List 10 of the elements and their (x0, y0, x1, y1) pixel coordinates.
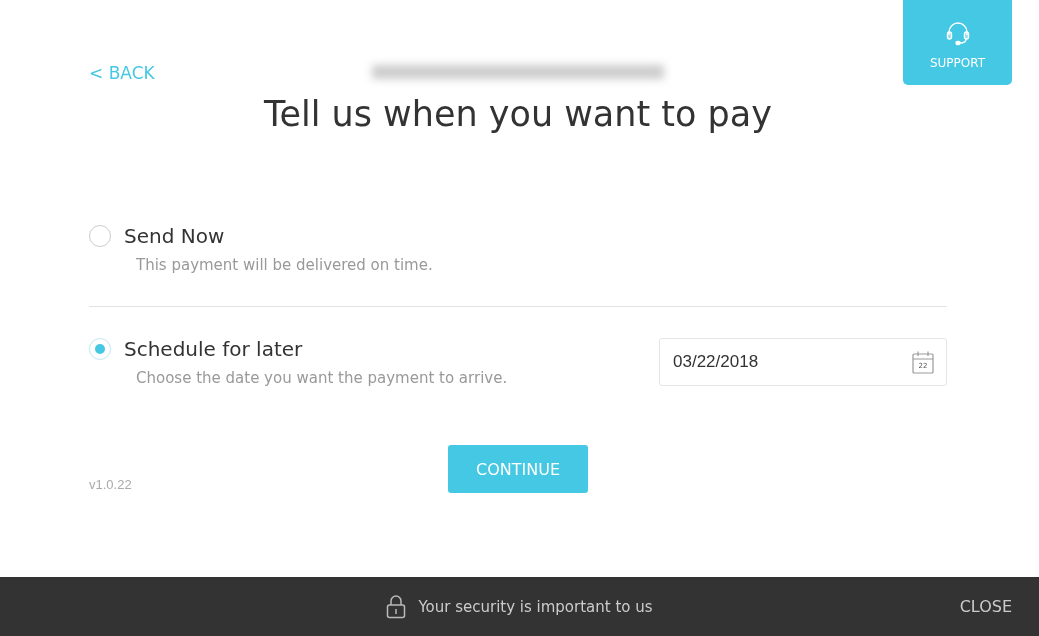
security-message: Your security is important to us (418, 597, 653, 616)
close-link[interactable]: CLOSE (959, 597, 1012, 616)
option-description: Choose the date you want the payment to arrive. (136, 369, 508, 387)
page-title: Tell us when you want to pay (263, 94, 773, 134)
headset-icon (944, 20, 971, 46)
option-title: Send Now (124, 224, 225, 248)
lock-icon (386, 594, 407, 619)
option-description: This payment will be delivered on time. (136, 256, 433, 274)
option-title: Schedule for later (124, 337, 303, 361)
version-label: v1.0.22 (89, 477, 132, 492)
